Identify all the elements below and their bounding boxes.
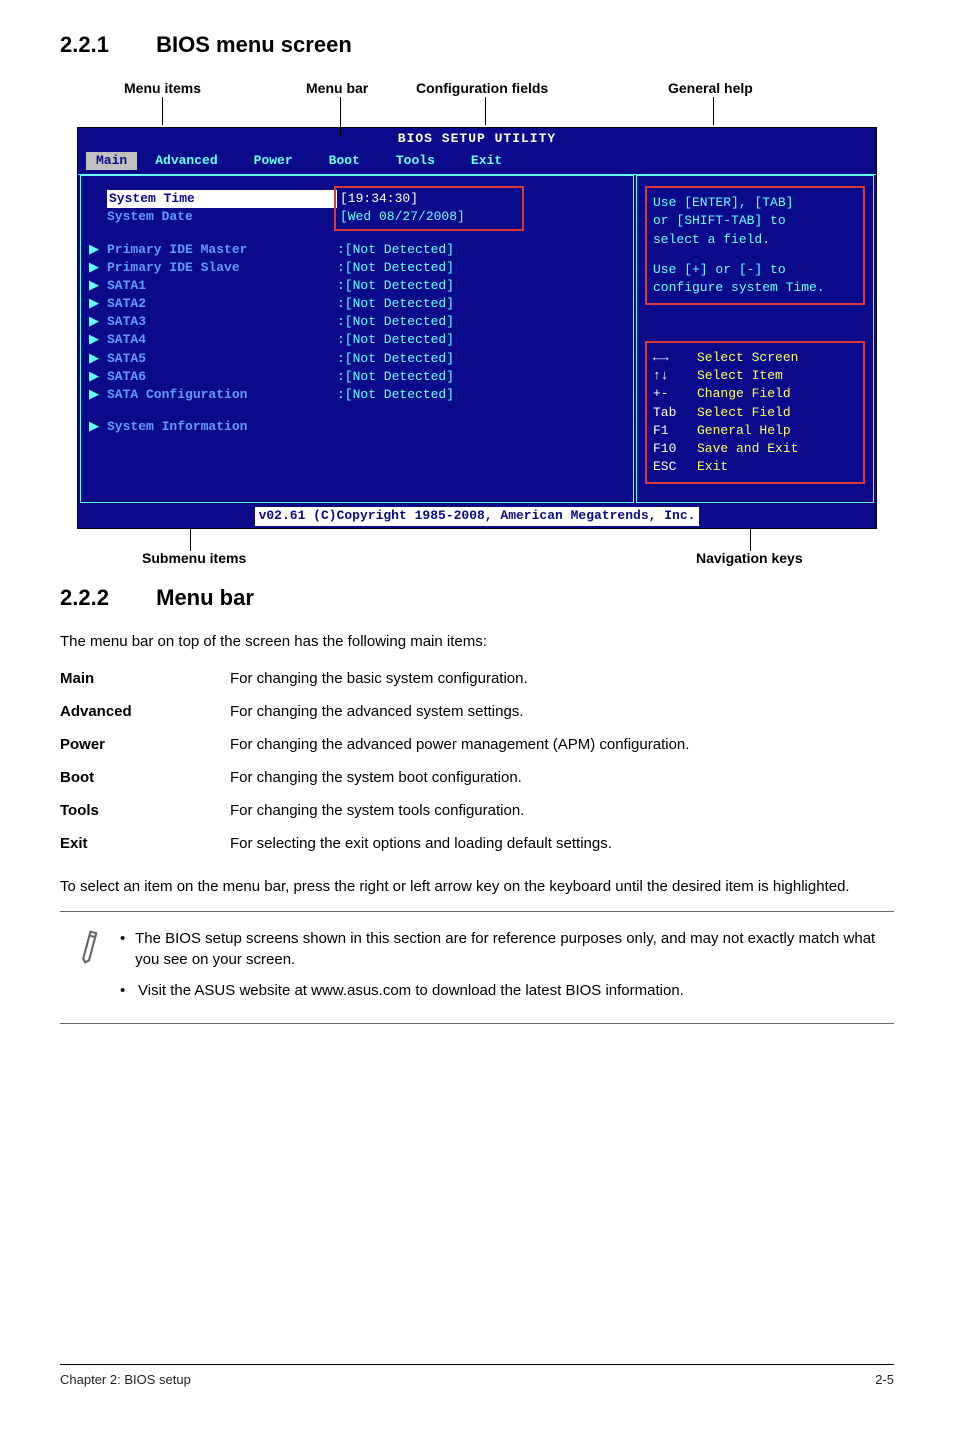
submenu-arrow-icon: ▶ bbox=[89, 350, 107, 368]
bios-body: [19:34:30] [Wed 08/27/2008] System Time … bbox=[78, 174, 876, 505]
section-number: 2.2.1 bbox=[60, 30, 150, 61]
tab-advanced[interactable]: Advanced bbox=[137, 152, 235, 170]
bios-window: BIOS SETUP UTILITY Main Advanced Power B… bbox=[77, 127, 877, 529]
label-menu-bar: Menu bar bbox=[306, 79, 368, 99]
row-system-information[interactable]: ▶ System Information bbox=[89, 418, 625, 436]
section-title-text: Menu bar bbox=[156, 585, 254, 610]
pencil-note-icon bbox=[60, 924, 120, 1011]
section-number: 2.2.2 bbox=[60, 583, 150, 614]
table-row: PowerFor changing the advanced power man… bbox=[60, 728, 894, 761]
label-system-time: System Time bbox=[107, 190, 337, 208]
section-title-text: BIOS menu screen bbox=[156, 32, 352, 57]
nav-key-f10: F10 bbox=[653, 440, 697, 458]
nav-key-tab: Tab bbox=[653, 404, 697, 422]
bios-left-pane: [19:34:30] [Wed 08/27/2008] System Time … bbox=[80, 175, 634, 503]
tab-tools[interactable]: Tools bbox=[378, 152, 453, 170]
table-row: MainFor changing the basic system config… bbox=[60, 662, 894, 695]
submenu-arrow-icon: ▶ bbox=[89, 331, 107, 349]
label-submenu-items: Submenu items bbox=[142, 549, 246, 569]
label-menu-items: Menu items bbox=[124, 79, 201, 99]
note-block: • The BIOS setup screens shown in this s… bbox=[60, 911, 894, 1024]
system-time-value[interactable]: [19:34:30] bbox=[340, 190, 518, 208]
label-config-fields: Configuration fields bbox=[416, 79, 548, 99]
nav-key-esc: ESC bbox=[653, 458, 697, 476]
row-sata1[interactable]: ▶ SATA1 :[Not Detected] bbox=[89, 277, 625, 295]
diagram-bottom-labels: Submenu items Navigation keys bbox=[60, 529, 894, 569]
label-general-help: General help bbox=[668, 79, 753, 99]
select-instruction-text: To select an item on the menu bar, press… bbox=[60, 876, 894, 897]
tab-exit[interactable]: Exit bbox=[453, 152, 520, 170]
submenu-arrow-icon: ▶ bbox=[89, 295, 107, 313]
nav-key-arrows-lr-icon: ←→ bbox=[653, 349, 697, 367]
section-heading-222: 2.2.2 Menu bar bbox=[60, 583, 894, 614]
table-row: ExitFor selecting the exit options and l… bbox=[60, 827, 894, 860]
note-list: • The BIOS setup screens shown in this s… bbox=[120, 924, 894, 1011]
submenu-arrow-icon: ▶ bbox=[89, 368, 107, 386]
tab-main[interactable]: Main bbox=[86, 152, 137, 170]
label-system-date: System Date bbox=[107, 208, 337, 226]
list-item: • The BIOS setup screens shown in this s… bbox=[120, 928, 894, 970]
footer-page-number: 2-5 bbox=[875, 1371, 894, 1389]
bios-right-pane: Use [ENTER], [TAB] or [SHIFT-TAB] to sel… bbox=[636, 175, 874, 503]
submenu-arrow-icon: ▶ bbox=[89, 386, 107, 404]
menubar-intro-text: The menu bar on top of the screen has th… bbox=[60, 631, 894, 652]
system-date-value[interactable]: [Wed 08/27/2008] bbox=[340, 208, 518, 226]
page-footer: Chapter 2: BIOS setup 2-5 bbox=[60, 1364, 894, 1389]
nav-key-f1: F1 bbox=[653, 422, 697, 440]
row-sata6[interactable]: ▶ SATA6 :[Not Detected] bbox=[89, 368, 625, 386]
row-sata3[interactable]: ▶ SATA3 :[Not Detected] bbox=[89, 313, 625, 331]
row-primary-ide-slave[interactable]: ▶ Primary IDE Slave :[Not Detected] bbox=[89, 259, 625, 277]
submenu-arrow-icon: ▶ bbox=[89, 313, 107, 331]
config-fields-box: [19:34:30] [Wed 08/27/2008] bbox=[334, 186, 524, 230]
bios-footer: v02.61 (C)Copyright 1985-2008, American … bbox=[78, 505, 876, 527]
table-row: AdvancedFor changing the advanced system… bbox=[60, 695, 894, 728]
tab-boot[interactable]: Boot bbox=[311, 152, 378, 170]
submenu-arrow-icon: ▶ bbox=[89, 259, 107, 277]
submenu-arrow-icon: ▶ bbox=[89, 418, 107, 436]
section-heading-221: 2.2.1 BIOS menu screen bbox=[60, 30, 894, 61]
nav-key-plusminus: +- bbox=[653, 385, 697, 403]
table-row: BootFor changing the system boot configu… bbox=[60, 761, 894, 794]
general-help-box: Use [ENTER], [TAB] or [SHIFT-TAB] to sel… bbox=[645, 186, 865, 305]
row-sata5[interactable]: ▶ SATA5 :[Not Detected] bbox=[89, 350, 625, 368]
bios-menubar: Main Advanced Power Boot Tools Exit bbox=[78, 150, 876, 174]
row-sata4[interactable]: ▶ SATA4 :[Not Detected] bbox=[89, 331, 625, 349]
label-navigation-keys: Navigation keys bbox=[696, 549, 803, 569]
row-primary-ide-master[interactable]: ▶ Primary IDE Master :[Not Detected] bbox=[89, 241, 625, 259]
bios-titlebar: BIOS SETUP UTILITY bbox=[78, 128, 876, 150]
table-row: ToolsFor changing the system tools confi… bbox=[60, 794, 894, 827]
row-sata-configuration[interactable]: ▶ SATA Configuration :[Not Detected] bbox=[89, 386, 625, 404]
submenu-arrow-icon: ▶ bbox=[89, 277, 107, 295]
submenu-arrow-icon: ▶ bbox=[89, 241, 107, 259]
menubar-definitions-table: MainFor changing the basic system config… bbox=[60, 662, 894, 860]
tab-power[interactable]: Power bbox=[236, 152, 311, 170]
nav-key-arrows-ud-icon: ↑↓ bbox=[653, 367, 697, 385]
row-sata2[interactable]: ▶ SATA2 :[Not Detected] bbox=[89, 295, 625, 313]
footer-chapter: Chapter 2: BIOS setup bbox=[60, 1371, 191, 1389]
list-item: • Visit the ASUS website at www.asus.com… bbox=[120, 980, 894, 1001]
navigation-keys-box: ←→Select Screen ↑↓Select Item +-Change F… bbox=[645, 341, 865, 484]
diagram-top-labels: Menu items Menu bar Configuration fields… bbox=[60, 79, 894, 127]
